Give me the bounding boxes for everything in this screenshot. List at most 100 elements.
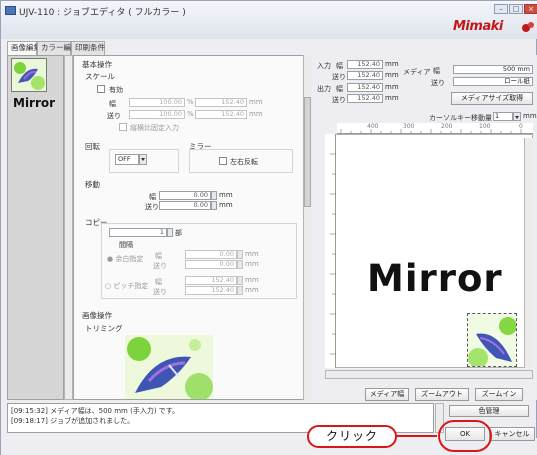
- aspect-lock-label: 縦横比固定入力: [130, 124, 179, 132]
- rotate-select[interactable]: OFF: [115, 154, 139, 165]
- cursor-move-select[interactable]: 1: [493, 112, 513, 121]
- same-width-spinner[interactable]: [237, 250, 243, 259]
- minimize-button[interactable]: –: [494, 4, 508, 14]
- input-feed-value: 152.40: [347, 71, 383, 80]
- same-feed-label: 送り: [153, 262, 167, 270]
- move-width-spinner[interactable]: [211, 191, 217, 200]
- ruler-tick-label: 200: [441, 123, 453, 130]
- move-feed-unit: mm: [219, 201, 233, 209]
- same-width-unit: mm: [245, 250, 259, 258]
- copy-count-input[interactable]: 1: [109, 228, 167, 237]
- input-label: 入力: [317, 62, 331, 70]
- scale-width-label: 幅: [109, 100, 116, 108]
- output-feed-value: 152.40: [347, 94, 383, 103]
- output-width-label: 幅: [336, 85, 343, 93]
- image-ops-header: 画像操作: [82, 311, 112, 320]
- output-feed-label: 送り: [332, 96, 346, 104]
- media-width-input[interactable]: 500 mm: [453, 65, 533, 74]
- tab-color-edit[interactable]: カラー編集: [37, 41, 79, 55]
- input-width-unit: mm: [385, 60, 399, 68]
- color-management-button[interactable]: 色管理: [449, 405, 529, 417]
- tab-print-conditions[interactable]: 印刷条件: [71, 41, 105, 55]
- trimming-preview-image[interactable]: [125, 335, 213, 399]
- scale-title: スケール: [85, 72, 115, 81]
- get-media-size-button[interactable]: メディアサイズ取得: [451, 92, 533, 105]
- scale-feed-percent-unit: %: [187, 110, 194, 118]
- spacing-title: 間隔: [119, 241, 133, 249]
- input-feed-label: 送り: [332, 73, 346, 81]
- move-title: 移動: [85, 180, 100, 189]
- input-width-label: 幅: [336, 62, 343, 70]
- spacing-margin-radio[interactable]: ● 余白指定: [107, 254, 143, 264]
- move-feed-spinner[interactable]: [211, 201, 217, 210]
- canvas-image-object[interactable]: [467, 313, 517, 367]
- thumbnail-image[interactable]: [11, 58, 47, 92]
- zoom-out-button[interactable]: ズームアウト: [415, 388, 469, 401]
- scale-width-percent-input[interactable]: 100.00: [129, 98, 185, 107]
- scale-feed-mm-unit: mm: [249, 110, 263, 118]
- aspect-lock-checkbox[interactable]: [119, 123, 127, 131]
- cursor-move-dropdown-icon[interactable]: [513, 112, 521, 121]
- scale-feed-percent-input[interactable]: 100.00: [129, 110, 185, 119]
- mimaki-logo: Mimaki: [453, 19, 503, 34]
- scale-enable-checkbox[interactable]: [97, 85, 105, 93]
- window-title: UJV-110 : ジョブエディタ ( フルカラー ): [19, 8, 186, 18]
- scale-feed-mm-input[interactable]: 152.40: [195, 110, 247, 119]
- canvas-vertical-scrollbar[interactable]: [524, 138, 533, 368]
- status-line: [09:15:32] メディア幅は、500 mm (手入力) です。: [11, 407, 180, 415]
- cursor-move-label: カーソルキー移動量: [429, 114, 492, 122]
- thumbnail-scrollbar[interactable]: [64, 55, 73, 400]
- cancel-button[interactable]: キャンセル: [489, 427, 535, 441]
- zoom-in-button[interactable]: ズームイン: [475, 388, 523, 401]
- scale-enable-label: 有効: [109, 86, 123, 94]
- same-feed-spinner[interactable]: [237, 260, 243, 269]
- ok-highlight-ring: [438, 420, 492, 452]
- scale-width-percent-unit: %: [187, 98, 194, 106]
- rotate-dropdown-icon[interactable]: [139, 154, 147, 165]
- rotate-title: 回転: [85, 142, 100, 151]
- media-width-button[interactable]: メディア幅: [365, 388, 409, 401]
- same-feed-input[interactable]: 0.00: [185, 260, 237, 269]
- maximize-button[interactable]: □: [509, 4, 523, 14]
- input-width-value: 152.40: [347, 60, 383, 69]
- cursor-move-unit: mm: [523, 112, 537, 120]
- output-label: 出力: [317, 85, 331, 93]
- scale-width-mm-input[interactable]: 152.40: [195, 98, 247, 107]
- ruler-tick-label: 300: [403, 123, 415, 130]
- move-width-label: 幅: [149, 193, 156, 201]
- click-callout: クリック: [307, 425, 397, 448]
- close-button[interactable]: ×: [524, 4, 537, 14]
- media-feed-label: 送り: [431, 79, 445, 87]
- output-feed-unit: mm: [385, 94, 399, 102]
- tab-image-edit[interactable]: 画像編集: [7, 41, 41, 56]
- same-feed-unit: mm: [245, 260, 259, 268]
- pitch-feed-spinner[interactable]: [237, 286, 243, 295]
- move-feed-input[interactable]: 0.00: [159, 201, 211, 210]
- app-icon: [5, 6, 16, 15]
- move-width-input[interactable]: 0.00: [159, 191, 211, 200]
- pitch-width-label: 幅: [155, 278, 162, 286]
- logo-mark-icon: [522, 22, 534, 32]
- media-feed-value: ロール紙: [453, 77, 533, 86]
- ruler-tick-label: 100: [479, 123, 491, 130]
- media-label: メディア: [403, 68, 431, 76]
- output-width-unit: mm: [385, 83, 399, 91]
- pitch-width-spinner[interactable]: [237, 276, 243, 285]
- pitch-feed-label: 送り: [153, 288, 167, 296]
- pitch-width-input[interactable]: 152.40: [185, 276, 237, 285]
- flip-horizontal-label: 左右反転: [230, 158, 258, 166]
- settings-scroll-thumb[interactable]: [304, 97, 311, 207]
- basic-ops-header: 基本操作: [82, 60, 112, 69]
- flip-horizontal-checkbox[interactable]: [219, 157, 227, 165]
- callout-connector: [397, 435, 437, 437]
- copy-count-spinner[interactable]: [167, 228, 173, 237]
- spacing-pitch-radio[interactable]: ○ ピッチ指定: [105, 281, 148, 291]
- scale-feed-label: 送り: [107, 112, 121, 120]
- pitch-feed-input[interactable]: 152.40: [185, 286, 237, 295]
- same-width-input[interactable]: 0.00: [185, 250, 237, 259]
- ruler-tick-label: 0: [519, 123, 523, 130]
- canvas-horizontal-scrollbar[interactable]: [325, 370, 533, 379]
- pitch-feed-unit: mm: [245, 286, 259, 294]
- scale-width-mm-unit: mm: [249, 98, 263, 106]
- same-width-label: 幅: [155, 252, 162, 260]
